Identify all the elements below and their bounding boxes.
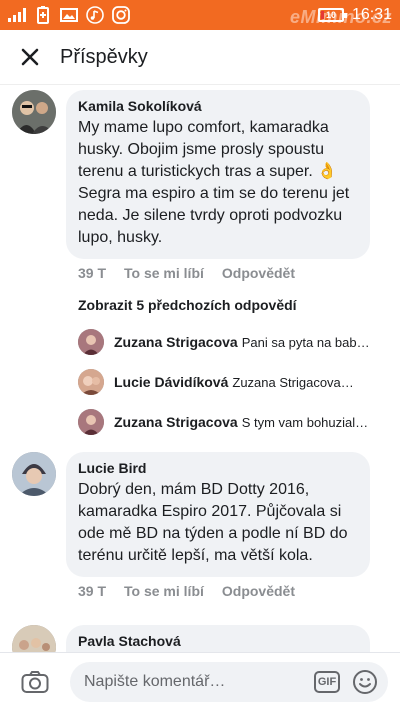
reply-text: Pani sa pyta na bab…	[241, 334, 370, 350]
reply-author: Zuzana Strigacova	[114, 334, 238, 350]
comments-list[interactable]: Kamila Sokolíková My mame lupo comfort, …	[0, 85, 400, 652]
gallery-icon	[60, 6, 78, 24]
reply-author: Lucie Dávidíková	[114, 374, 229, 390]
comment-bubble[interactable]: Lucie Bird Dobrý den, mám BD Dotty 2016,…	[66, 452, 370, 577]
comment: Lucie Bird Dobrý den, mám BD Dotty 2016,…	[12, 452, 370, 577]
comment-input-box: GIF	[70, 662, 388, 702]
music-icon	[86, 6, 104, 24]
comment-text: Dobrý den, mám BD Dotty 2016, kamaradka …	[78, 481, 348, 564]
comment-time: 39 T	[78, 583, 107, 599]
close-button[interactable]	[0, 30, 60, 85]
instagram-icon	[112, 6, 130, 24]
avatar	[78, 409, 104, 435]
reply-author: Zuzana Strigacova	[114, 414, 238, 430]
reply-preview[interactable]: Lucie Dávidíková Zuzana Strigacova…	[78, 369, 388, 395]
signal-icon	[8, 6, 26, 24]
comment-author[interactable]: Lucie Bird	[78, 460, 358, 476]
comment-composer: GIF	[0, 652, 400, 711]
reply-text: Zuzana Strigacova…	[232, 374, 354, 390]
close-icon	[21, 48, 39, 66]
like-button[interactable]: To se mi líbí	[124, 583, 204, 599]
camera-button[interactable]	[0, 653, 70, 712]
avatar	[78, 369, 104, 395]
battery-level: 10	[325, 10, 336, 20]
comment-input[interactable]	[84, 673, 314, 691]
battery-saver-icon	[34, 6, 52, 24]
comment-bubble[interactable]: Pavla Stachová	[66, 625, 370, 652]
comment-bubble[interactable]: Kamila Sokolíková My mame lupo comfort, …	[66, 90, 370, 259]
comment-author[interactable]: Pavla Stachová	[78, 633, 358, 649]
comment-time: 39 T	[78, 265, 107, 281]
comment: Pavla Stachová	[12, 625, 370, 652]
comment-actions: 39 T To se mi líbí Odpovědět	[78, 265, 313, 281]
avatar	[78, 329, 104, 355]
emoji-icon[interactable]	[352, 669, 378, 695]
comment-text: My mame lupo comfort, kamaradka husky. O…	[78, 119, 350, 246]
comment-author[interactable]: Kamila Sokolíková	[78, 98, 358, 114]
status-bar: eMimino.cz 10 16:31	[0, 0, 400, 30]
view-previous-replies[interactable]: Zobrazit 5 předchozích odpovědí	[78, 297, 297, 313]
reply-preview[interactable]: Zuzana Strigacova Pani sa pyta na bab…	[78, 329, 388, 355]
reply-text: S tym vam bohuzial…	[241, 414, 369, 430]
comment: Kamila Sokolíková My mame lupo comfort, …	[12, 90, 370, 259]
page-title: Příspěvky	[60, 45, 148, 68]
reply-button[interactable]: Odpovědět	[222, 265, 295, 281]
like-button[interactable]: To se mi líbí	[124, 265, 204, 281]
reply-preview[interactable]: Zuzana Strigacova S tym vam bohuzial…	[78, 409, 388, 435]
reply-button[interactable]: Odpovědět	[222, 583, 295, 599]
top-bar: Příspěvky	[0, 30, 400, 85]
battery-icon: 10	[317, 8, 347, 22]
camera-icon	[21, 671, 49, 693]
gif-button[interactable]: GIF	[314, 671, 340, 693]
avatar[interactable]	[12, 90, 56, 134]
comment-actions: 39 T To se mi líbí Odpovědět	[78, 583, 313, 599]
avatar[interactable]	[12, 625, 56, 652]
avatar[interactable]	[12, 452, 56, 496]
